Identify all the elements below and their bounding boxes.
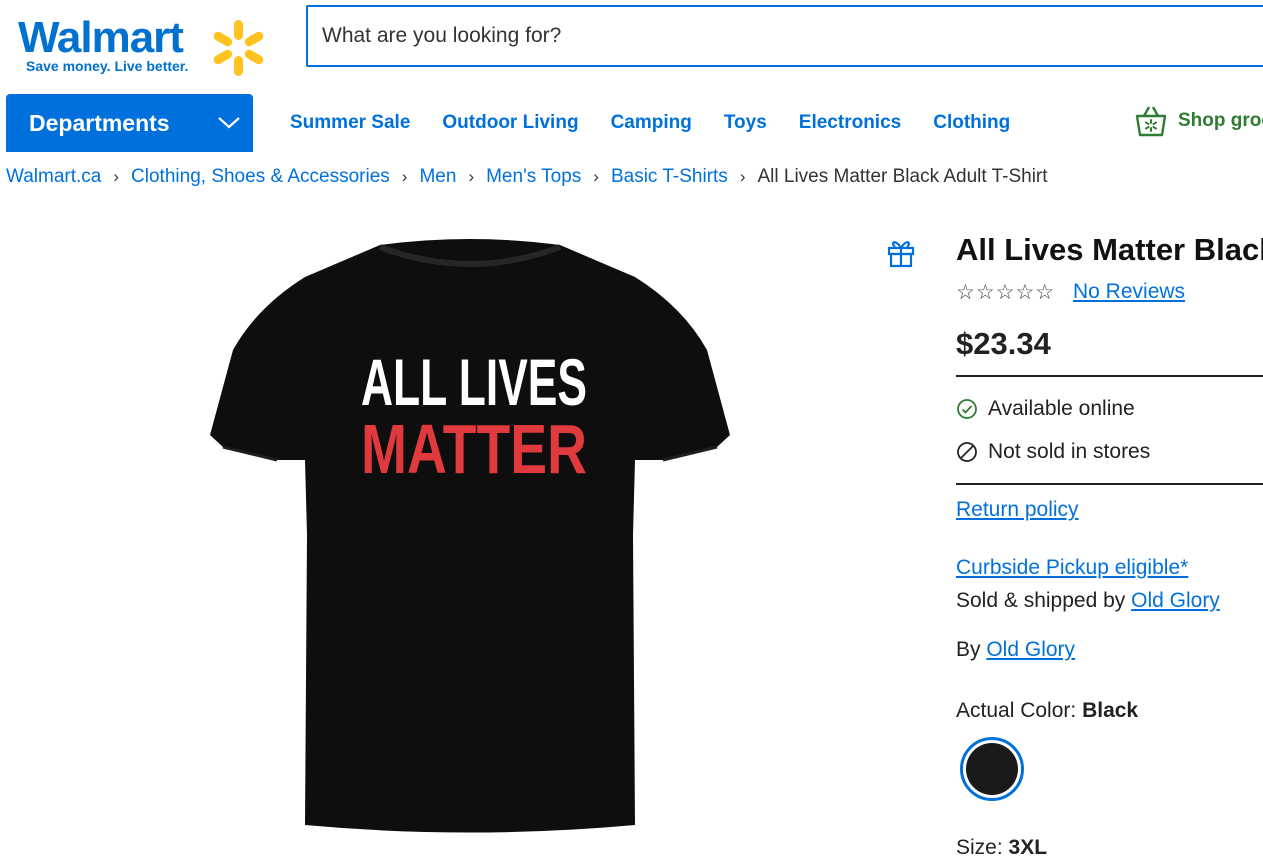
size-label: Size: (956, 836, 1009, 859)
nav-toys[interactable]: Toys (724, 112, 767, 134)
top-nav: Summer Sale Outdoor Living Camping Toys … (290, 112, 1042, 134)
color-label-row: Actual Color: Black (956, 699, 1138, 723)
star-rating: ☆☆☆☆☆ (956, 281, 1056, 304)
brand-prefix: By (956, 638, 987, 661)
walmart-logo[interactable]: Walmart Save money. Live better. (18, 14, 268, 78)
sold-by-prefix: Sold & shipped by (956, 589, 1132, 612)
breadcrumb: Walmart.ca › Clothing, Shoes & Accessori… (6, 166, 1048, 188)
breadcrumb-link[interactable]: Men (419, 166, 456, 188)
reviews-link[interactable]: No Reviews (1073, 280, 1185, 304)
sold-shipped-by: Sold & shipped by Old Glory (956, 589, 1220, 613)
logo-tagline: Save money. Live better. (26, 58, 189, 74)
breadcrumb-link[interactable]: Clothing, Shoes & Accessories (131, 166, 390, 188)
divider (956, 483, 1263, 485)
shop-grocery-link[interactable]: Shop groc (1134, 104, 1263, 138)
color-value: Black (1082, 699, 1139, 722)
availability-online: Available online (956, 397, 1135, 421)
breadcrumb-separator: › (593, 167, 599, 186)
departments-label: Departments (29, 110, 170, 136)
nav-electronics[interactable]: Electronics (799, 112, 901, 134)
tshirt-shape (210, 239, 730, 833)
spark-icon (213, 20, 264, 76)
gift-icon[interactable] (886, 236, 916, 268)
breadcrumb-separator: › (401, 167, 408, 186)
search-box[interactable] (306, 5, 1263, 67)
seller-link[interactable]: Old Glory (1131, 589, 1220, 612)
departments-button[interactable]: Departments (6, 94, 253, 152)
product-image[interactable]: ALL LIVES MATTER (205, 235, 735, 845)
color-swatch-black[interactable] (960, 737, 1024, 801)
color-label: Actual Color: (956, 699, 1083, 722)
not-sold-in-stores-text: Not sold in stores (988, 440, 1151, 463)
grocery-label: Shop groc (1178, 110, 1263, 131)
size-value: 3XL (1008, 836, 1048, 859)
not-available-icon (957, 442, 977, 462)
grocery-basket-icon (1135, 106, 1167, 137)
product-price: $23.34 (956, 326, 1051, 361)
swatch-fill (966, 743, 1018, 795)
breadcrumb-link[interactable]: Men's Tops (486, 166, 581, 188)
nav-camping[interactable]: Camping (611, 112, 692, 134)
brand-link[interactable]: Old Glory (986, 638, 1075, 661)
check-circle-icon (957, 399, 977, 419)
breadcrumb-link[interactable]: Basic T-Shirts (611, 166, 728, 188)
breadcrumb-separator: › (468, 167, 475, 186)
breadcrumb-link[interactable]: Walmart.ca (6, 166, 101, 188)
product-title: All Lives Matter Black (956, 232, 1263, 267)
brand-line: By Old Glory (956, 638, 1075, 662)
divider (956, 375, 1263, 377)
availability-stores: Not sold in stores (956, 440, 1150, 464)
curbside-pickup-link[interactable]: Curbside Pickup eligible* (956, 556, 1188, 580)
shirt-print-line2: MATTER (361, 410, 587, 488)
chevron-down-icon (218, 117, 240, 129)
available-online-text: Available online (988, 397, 1135, 420)
size-label-row: Size: 3XL (956, 836, 1047, 860)
nav-outdoor-living[interactable]: Outdoor Living (442, 112, 578, 134)
logo-wordmark: Walmart (18, 13, 184, 62)
breadcrumb-separator: › (113, 167, 120, 186)
breadcrumb-separator: › (739, 167, 746, 186)
search-input[interactable] (308, 7, 1263, 65)
shirt-print-line1: ALL LIVES (361, 345, 587, 419)
nav-clothing[interactable]: Clothing (933, 112, 1010, 134)
breadcrumb-current: All Lives Matter Black Adult T-Shirt (757, 166, 1048, 187)
return-policy-link[interactable]: Return policy (956, 498, 1079, 522)
nav-summer-sale[interactable]: Summer Sale (290, 112, 410, 134)
